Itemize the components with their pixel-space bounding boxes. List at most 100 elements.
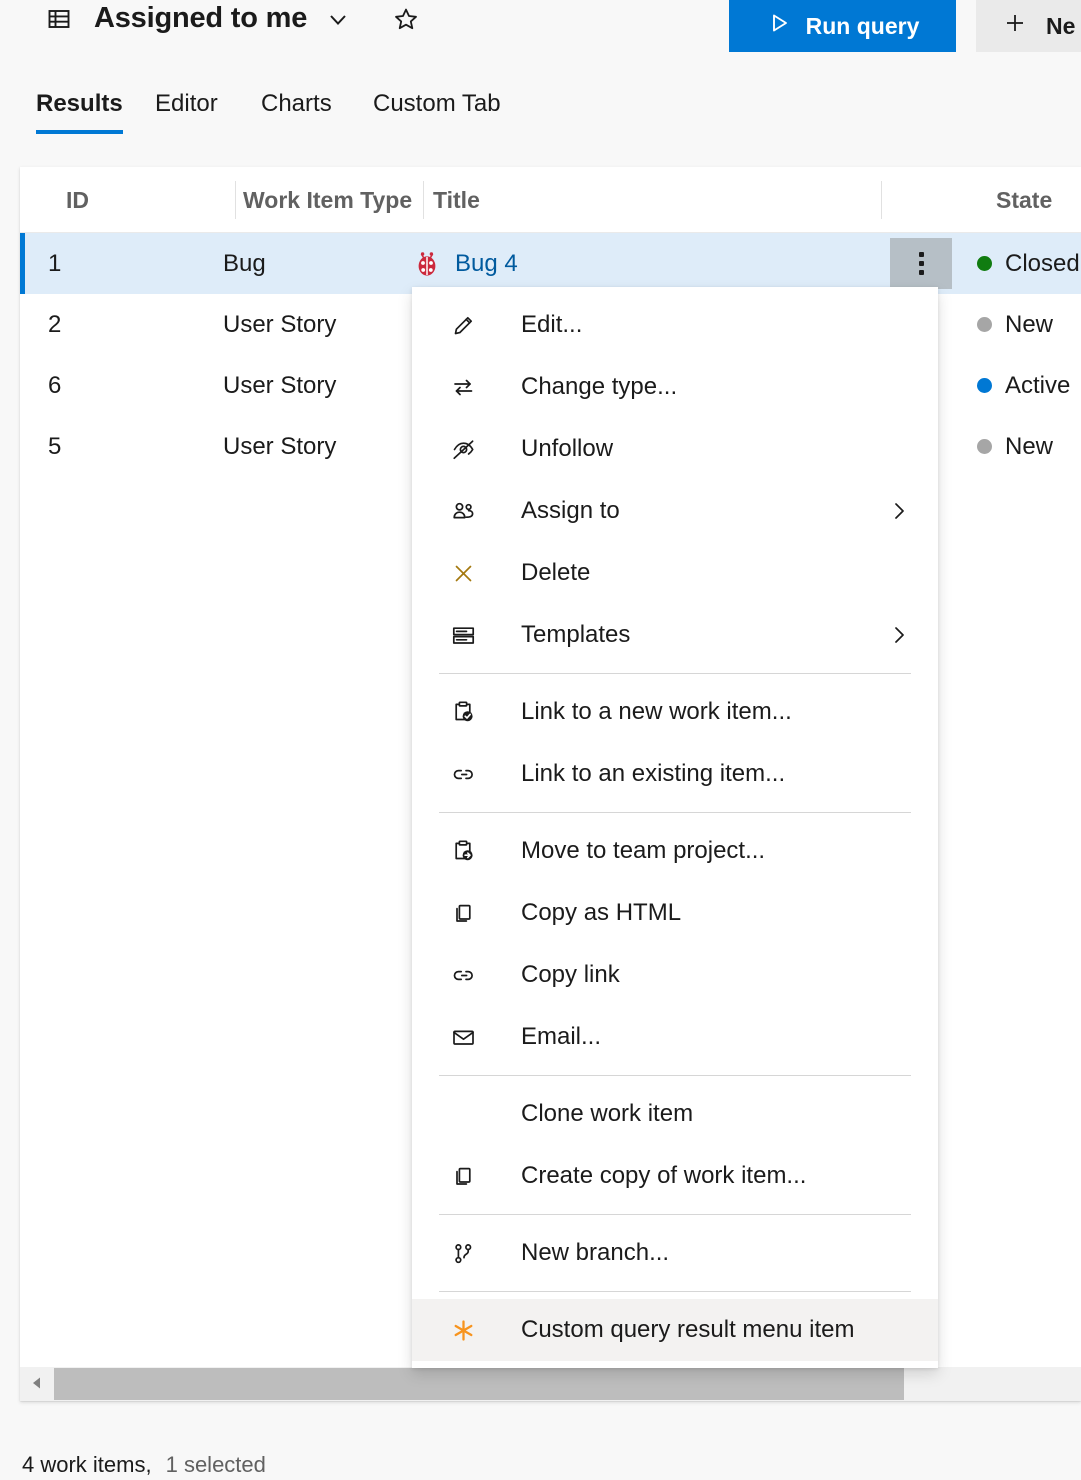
state-dot-icon bbox=[977, 439, 992, 454]
grid-header-row: ID Work Item Type Title State bbox=[20, 167, 1081, 233]
menu-item-link-to-an-existing-item[interactable]: Link to an existing item... bbox=[412, 743, 938, 805]
cell-work-item-type: User Story bbox=[223, 355, 336, 416]
eye-off-icon bbox=[441, 436, 485, 463]
templates-rows-icon bbox=[441, 622, 485, 649]
column-header-state[interactable]: State bbox=[996, 167, 1052, 233]
menu-item-label: Copy as HTML bbox=[521, 899, 681, 927]
cell-state: Closed bbox=[977, 233, 1080, 294]
menu-item-unfollow[interactable]: Unfollow bbox=[412, 418, 938, 480]
state-label: Closed bbox=[1005, 250, 1080, 278]
menu-item-templates[interactable]: Templates bbox=[412, 604, 938, 666]
clipboard-check-icon bbox=[441, 699, 485, 726]
menu-item-label: Create copy of work item... bbox=[521, 1162, 806, 1190]
menu-item-label: Clone work item bbox=[521, 1100, 693, 1128]
new-work-item-button[interactable]: Ne bbox=[976, 0, 1081, 52]
menu-item-copy-as-html[interactable]: Copy as HTML bbox=[412, 882, 938, 944]
menu-item-edit[interactable]: Edit... bbox=[412, 294, 938, 356]
column-divider[interactable] bbox=[881, 181, 882, 219]
pencil-icon bbox=[441, 312, 485, 339]
cell-work-item-type: User Story bbox=[223, 294, 336, 355]
run-query-button[interactable]: Run query bbox=[729, 0, 956, 52]
cell-state: New bbox=[977, 416, 1053, 477]
plus-icon bbox=[1002, 10, 1028, 42]
cell-work-item-type: Bug bbox=[223, 233, 266, 294]
menu-item-change-type[interactable]: Change type... bbox=[412, 356, 938, 418]
table-row[interactable]: 1BugBug 4Closed bbox=[20, 233, 1081, 294]
table-grid-icon bbox=[46, 6, 72, 32]
copy-icon bbox=[441, 900, 485, 927]
cell-work-item-type: User Story bbox=[223, 416, 336, 477]
work-item-count: 4 work items, bbox=[22, 1452, 152, 1478]
column-divider[interactable] bbox=[235, 181, 236, 219]
tab-editor[interactable]: Editor bbox=[155, 90, 218, 134]
run-query-label: Run query bbox=[806, 13, 920, 40]
state-label: New bbox=[1005, 433, 1053, 461]
state-dot-icon bbox=[977, 256, 992, 271]
state-label: Active bbox=[1005, 372, 1070, 400]
envelope-icon bbox=[441, 1024, 485, 1051]
tab-custom-tab[interactable]: Custom Tab bbox=[373, 90, 501, 134]
menu-item-new-branch[interactable]: New branch... bbox=[412, 1222, 938, 1284]
column-header-title[interactable]: Title bbox=[433, 167, 480, 233]
horizontal-scrollbar[interactable] bbox=[20, 1367, 1081, 1401]
menu-item-label: Assign to bbox=[521, 497, 620, 525]
menu-item-label: Delete bbox=[521, 559, 590, 587]
page-title: Assigned to me bbox=[94, 2, 307, 35]
caret-left-icon bbox=[29, 1375, 45, 1394]
menu-item-label: Link to an existing item... bbox=[521, 760, 785, 788]
scrollbar-thumb[interactable] bbox=[54, 1368, 904, 1400]
menu-item-label: Unfollow bbox=[521, 435, 613, 463]
menu-item-label: Edit... bbox=[521, 311, 582, 339]
menu-separator bbox=[439, 673, 911, 674]
cell-state: Active bbox=[977, 355, 1070, 416]
column-divider[interactable] bbox=[423, 181, 424, 219]
star-outline-icon[interactable] bbox=[393, 6, 419, 32]
menu-item-label: New branch... bbox=[521, 1239, 669, 1267]
chevron-right-icon bbox=[887, 499, 911, 523]
asterisk-icon bbox=[441, 1317, 485, 1344]
menu-item-label: Templates bbox=[521, 621, 630, 649]
tab-results[interactable]: Results bbox=[36, 90, 123, 134]
column-header-id[interactable]: ID bbox=[66, 167, 89, 233]
menu-item-move-to-team-project[interactable]: Move to team project... bbox=[412, 820, 938, 882]
menu-item-email[interactable]: Email... bbox=[412, 1006, 938, 1068]
query-title-group: Assigned to me bbox=[46, 2, 419, 35]
cell-id: 2 bbox=[48, 294, 61, 355]
cross-x-icon bbox=[441, 560, 485, 587]
cell-state: New bbox=[977, 294, 1053, 355]
ladybug-icon bbox=[413, 250, 441, 278]
swap-arrows-icon bbox=[441, 374, 485, 401]
menu-item-label: Link to a new work item... bbox=[521, 698, 792, 726]
more-vertical-icon bbox=[919, 252, 924, 275]
tab-bar: ResultsEditorChartsCustom Tab1 o bbox=[0, 76, 1081, 156]
chevron-down-icon[interactable] bbox=[325, 6, 351, 32]
menu-item-link-to-a-new-work-item[interactable]: Link to a new work item... bbox=[412, 681, 938, 743]
menu-item-label: Move to team project... bbox=[521, 837, 765, 865]
branch-icon bbox=[441, 1240, 485, 1267]
menu-separator bbox=[439, 1291, 911, 1292]
menu-item-create-copy-of-work-item[interactable]: Create copy of work item... bbox=[412, 1145, 938, 1207]
menu-item-copy-link[interactable]: Copy link bbox=[412, 944, 938, 1006]
menu-item-custom-query-result-menu-item[interactable]: Custom query result menu item bbox=[412, 1299, 938, 1361]
column-header-type[interactable]: Work Item Type bbox=[243, 167, 412, 233]
play-triangle-icon bbox=[766, 10, 792, 42]
new-work-item-label: Ne bbox=[1046, 13, 1075, 40]
work-item-title-link[interactable]: Bug 4 bbox=[455, 250, 518, 278]
state-dot-icon bbox=[977, 378, 992, 393]
menu-item-delete[interactable]: Delete bbox=[412, 542, 938, 604]
clipboard-arrow-icon bbox=[441, 838, 485, 865]
menu-item-clone-work-item[interactable]: Clone work item bbox=[412, 1083, 938, 1145]
selected-count: 1 selected bbox=[166, 1452, 266, 1478]
row-context-menu: Edit... Change type... Unfollow Assign to De… bbox=[412, 287, 938, 1368]
cell-id: 6 bbox=[48, 355, 61, 416]
link-icon bbox=[441, 962, 485, 989]
menu-item-assign-to[interactable]: Assign to bbox=[412, 480, 938, 542]
chevron-right-icon bbox=[887, 623, 911, 647]
scroll-left-button[interactable] bbox=[20, 1367, 54, 1401]
copy-icon bbox=[441, 1163, 485, 1190]
status-bar: 4 work items, 1 selected bbox=[22, 1452, 266, 1478]
row-context-menu-button[interactable] bbox=[890, 238, 952, 289]
menu-item-label: Custom query result menu item bbox=[521, 1316, 854, 1344]
tab-charts[interactable]: Charts bbox=[261, 90, 332, 134]
cell-id: 5 bbox=[48, 416, 61, 477]
